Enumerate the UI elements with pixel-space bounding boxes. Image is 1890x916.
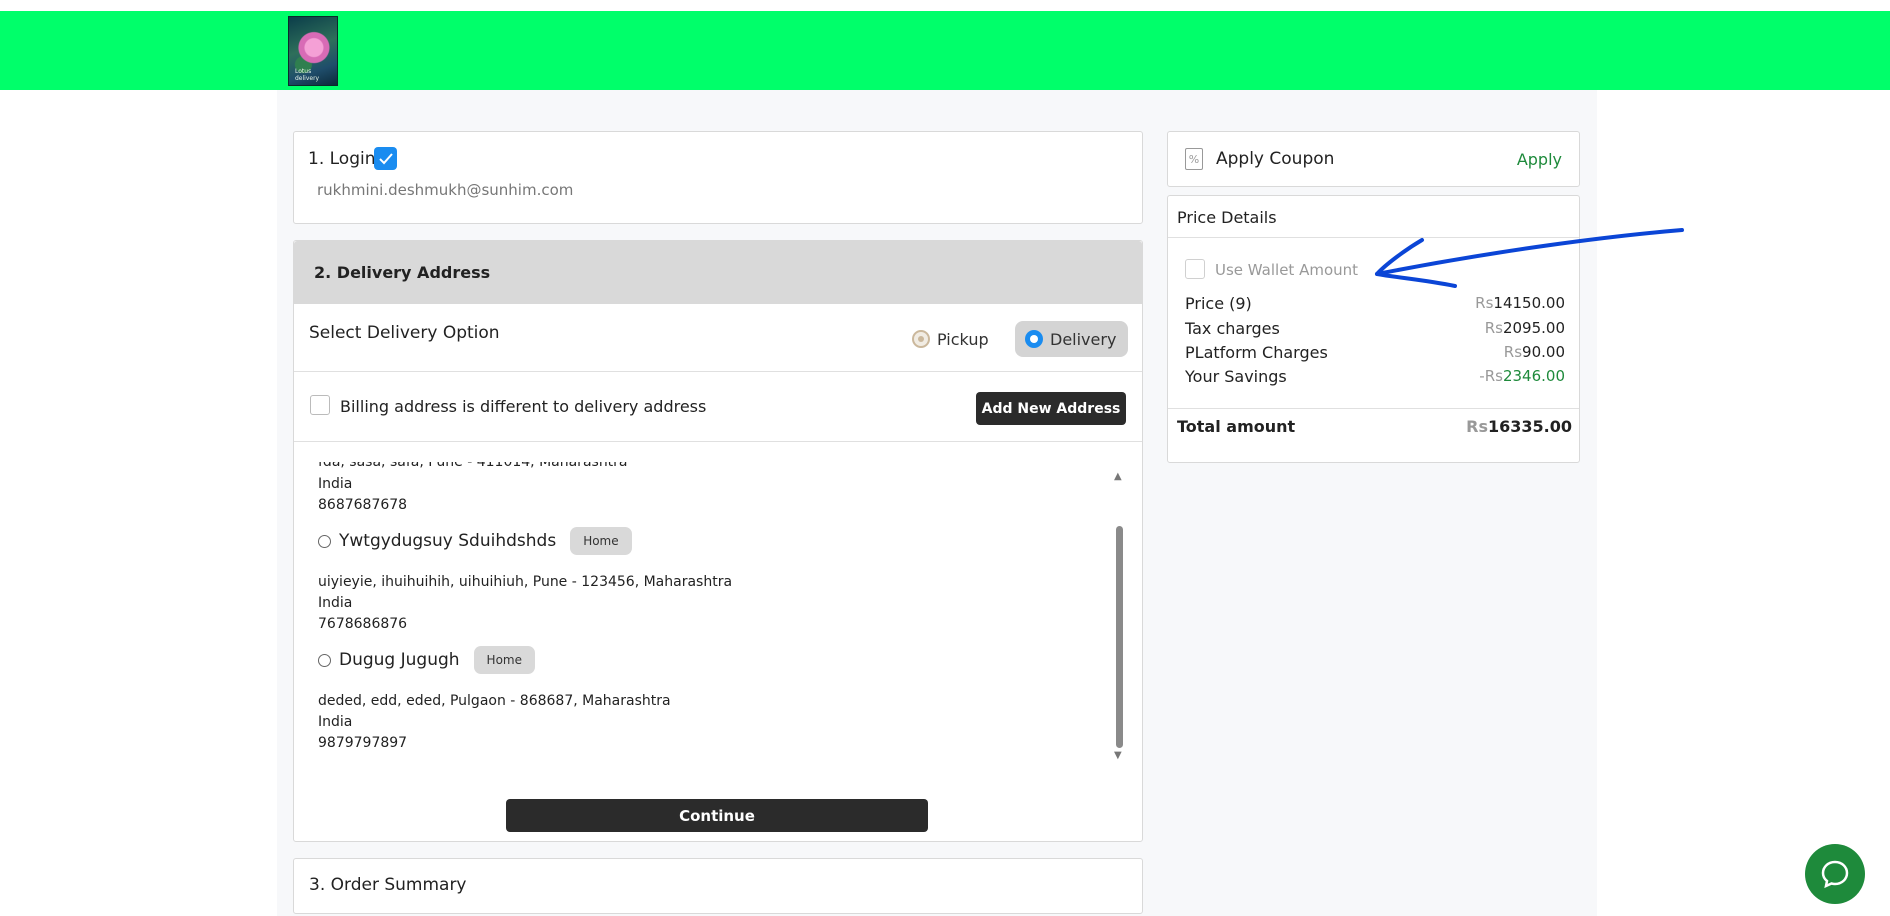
address-phone: 7678686876 <box>318 616 408 632</box>
scroll-up-arrow-icon[interactable]: ▲ <box>1114 471 1122 482</box>
pickup-radio[interactable] <box>912 330 930 348</box>
pickup-option[interactable]: Pickup <box>902 321 992 357</box>
savings-value: -Rs2346.00 <box>1479 367 1565 385</box>
address-name: Ywtgydugsuy Sduihdshds <box>339 531 557 551</box>
divider <box>294 371 1142 372</box>
address-name: Dugug Jugugh <box>339 650 460 670</box>
chat-support-button[interactable] <box>1805 844 1865 904</box>
billing-different-label: Billing address is different to delivery… <box>340 397 707 416</box>
logo-caption: Lotus delivery <box>295 68 320 82</box>
login-email: rukhmini.deshmukh@sunhim.com <box>317 181 574 199</box>
price-row-value: Rs2095.00 <box>1484 319 1565 337</box>
address-line: deded, edd, eded, Pulgaon - 868687, Maha… <box>318 693 671 709</box>
total-amount-label: Total amount <box>1177 417 1296 436</box>
delivery-address-section: 2. Delivery Address Select Delivery Opti… <box>293 240 1143 842</box>
price-row-label: Price (9) <box>1185 294 1252 313</box>
scroll-down-arrow-icon[interactable]: ▼ <box>1114 750 1122 761</box>
address-item[interactable]: Dugug Jugugh Home <box>318 646 535 674</box>
address-tag: Home <box>570 527 632 555</box>
address-phone: 8687687678 <box>318 497 408 513</box>
select-delivery-option-label: Select Delivery Option <box>309 323 500 343</box>
login-section-title: 1. Login <box>308 149 376 169</box>
address-country: India <box>318 595 353 611</box>
total-amount-value: Rs16335.00 <box>1466 417 1572 436</box>
address-line: fda, sasa, safa, Pune - 411014, Maharash… <box>318 462 628 470</box>
order-summary-title: 3. Order Summary <box>309 875 467 895</box>
apply-coupon-section: % Apply Coupon Apply <box>1167 131 1580 187</box>
price-row-label: Your Savings <box>1185 367 1287 386</box>
apply-coupon-link[interactable]: Apply <box>1517 150 1562 169</box>
order-summary-section[interactable]: 3. Order Summary <box>293 858 1143 914</box>
add-new-address-button[interactable]: Add New Address <box>976 392 1126 425</box>
delivery-label: Delivery <box>1050 329 1117 349</box>
apply-coupon-title: Apply Coupon <box>1216 149 1335 169</box>
address-list[interactable]: fda, sasa, safa, Pune - 411014, Maharash… <box>294 462 1142 768</box>
price-row-label: Tax charges <box>1185 319 1280 338</box>
address-item[interactable]: Ywtgydugsuy Sduihdshds Home <box>318 527 632 555</box>
price-row: Tax charges Rs2095.00 <box>1185 319 1565 338</box>
continue-button[interactable]: Continue <box>506 799 928 832</box>
billing-different-checkbox[interactable] <box>310 395 330 415</box>
price-row-value: Rs90.00 <box>1503 343 1565 361</box>
price-row: PLatform Charges Rs90.00 <box>1185 343 1565 362</box>
chat-bubble-icon <box>1821 860 1849 889</box>
address-list-scrollbar[interactable] <box>1116 526 1123 748</box>
use-wallet-checkbox[interactable] <box>1185 259 1205 279</box>
address-radio[interactable] <box>318 534 331 548</box>
delivery-option[interactable]: Delivery <box>1015 321 1128 357</box>
price-details-title: Price Details <box>1177 208 1277 227</box>
total-amount-row: Total amount Rs16335.00 <box>1177 417 1572 436</box>
store-logo[interactable]: Lotus delivery <box>288 16 338 86</box>
delivery-section-title: 2. Delivery Address <box>314 263 491 282</box>
delivery-radio[interactable] <box>1025 330 1043 348</box>
login-complete-check-icon <box>374 147 397 170</box>
login-section: 1. Login rukhmini.deshmukh@sunhim.com <box>293 131 1143 224</box>
address-line: uiyieyie, ihuihuihih, uihuihiuh, Pune - … <box>318 574 733 590</box>
top-header-bar <box>0 11 1890 90</box>
address-country: India <box>318 476 353 492</box>
price-row-label: PLatform Charges <box>1185 343 1328 362</box>
address-radio[interactable] <box>318 653 331 667</box>
address-country: India <box>318 714 353 730</box>
delivery-section-header: 2. Delivery Address <box>294 241 1142 304</box>
use-wallet-label: Use Wallet Amount <box>1215 261 1359 279</box>
price-row: Your Savings -Rs2346.00 <box>1185 367 1565 386</box>
divider <box>294 441 1142 442</box>
annotation-arrow-icon <box>1375 228 1684 288</box>
address-tag: Home <box>473 646 535 674</box>
pickup-label: Pickup <box>937 329 989 349</box>
coupon-icon: % <box>1185 148 1203 170</box>
divider <box>1168 408 1579 409</box>
address-phone: 9879797897 <box>318 735 408 751</box>
